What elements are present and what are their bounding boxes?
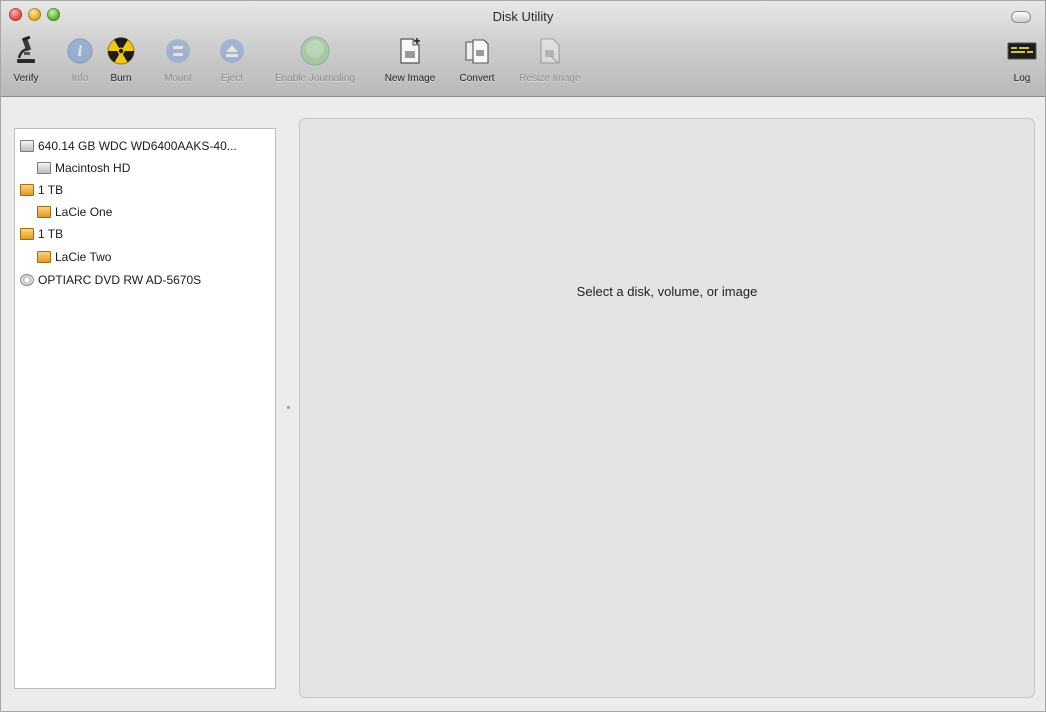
log-button[interactable]: Log <box>1005 31 1039 93</box>
radioactive-icon <box>105 35 137 67</box>
volume-item[interactable]: LaCie One <box>37 201 112 223</box>
log-icon <box>1006 35 1038 67</box>
mount-button[interactable]: Mount <box>159 31 197 93</box>
toolbar-toggle-button[interactable] <box>1011 11 1031 23</box>
svg-text:i: i <box>77 44 82 60</box>
external-disk-icon <box>20 184 34 196</box>
convert-icon <box>461 35 493 67</box>
convert-button[interactable]: Convert <box>453 31 501 93</box>
enable-journaling-button[interactable]: Enable Journaling <box>263 31 367 93</box>
toolbar-area: Disk Utility Verify i Info Burn Mount Ej… <box>1 1 1045 97</box>
disk-utility-window: Disk Utility Verify i Info Burn Mount Ej… <box>0 0 1046 712</box>
verify-button[interactable]: Verify <box>9 31 43 93</box>
toolbar: Verify i Info Burn Mount Eject Enable Jo… <box>1 31 1045 93</box>
detail-pane: Select a disk, volume, or image <box>299 118 1035 698</box>
external-disk-icon <box>20 228 34 240</box>
disk-item[interactable]: OPTIARC DVD RW AD-5670S <box>20 269 201 291</box>
new-image-button[interactable]: New Image <box>377 31 443 93</box>
eject-button[interactable]: Eject <box>218 31 246 93</box>
microscope-icon <box>10 35 42 67</box>
disk-item[interactable]: 640.14 GB WDC WD6400AAKS-40... <box>20 135 237 157</box>
disk-item-label: 1 TB <box>38 183 64 197</box>
empty-selection-message: Select a disk, volume, or image <box>576 284 758 299</box>
journaling-icon <box>299 35 331 67</box>
new-image-icon <box>394 35 426 67</box>
mount-icon <box>162 35 194 67</box>
disk-item-label: OPTIARC DVD RW AD-5670S <box>38 273 202 287</box>
disk-item-label: 640.14 GB WDC WD6400AAKS-40... <box>38 139 237 153</box>
volume-item[interactable]: LaCie Two <box>37 246 111 268</box>
external-disk-icon <box>37 206 51 218</box>
volume-item[interactable]: Macintosh HD <box>37 157 130 179</box>
disk-item[interactable]: 1 TB <box>20 179 63 201</box>
volume-item-label: LaCie One <box>55 205 113 219</box>
volume-item-label: Macintosh HD <box>55 161 131 175</box>
info-button[interactable]: i Info <box>64 31 96 93</box>
window-title: Disk Utility <box>492 9 554 24</box>
burn-button[interactable]: Burn <box>106 31 136 93</box>
hard-disk-icon <box>20 140 34 152</box>
resize-image-button[interactable]: Resize Image <box>511 31 589 93</box>
disk-item-label: 1 TB <box>38 227 64 241</box>
resize-image-icon <box>534 35 566 67</box>
optical-drive-icon <box>20 274 34 286</box>
disk-item[interactable]: 1 TB <box>20 223 63 245</box>
volume-item-label: LaCie Two <box>55 250 112 264</box>
external-disk-icon <box>37 251 51 263</box>
hard-disk-icon <box>37 162 51 174</box>
eject-icon <box>216 35 248 67</box>
disk-list[interactable]: 640.14 GB WDC WD6400AAKS-40... Macintosh… <box>14 128 276 689</box>
info-icon: i <box>64 35 96 67</box>
split-view-divider-handle[interactable] <box>287 406 290 409</box>
